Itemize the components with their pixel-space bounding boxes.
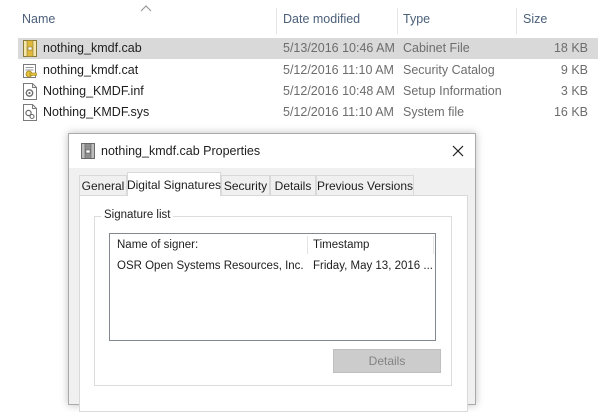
tab-panel: Signature list Name of signer: Timestamp… bbox=[79, 195, 468, 412]
file-date-modified: 5/13/2016 10:46 AM bbox=[283, 41, 395, 55]
details-button[interactable]: Details bbox=[333, 349, 441, 373]
security-catalog-icon bbox=[23, 64, 37, 78]
column-header-bar: Name Date modified Type Size bbox=[0, 0, 600, 38]
file-date-modified: 5/12/2016 10:48 AM bbox=[283, 84, 395, 98]
file-size: 18 KB bbox=[553, 41, 588, 55]
column-divider[interactable] bbox=[433, 236, 434, 254]
tab-general[interactable]: General bbox=[79, 175, 127, 195]
file-size: 9 KB bbox=[560, 63, 588, 77]
file-name: Nothing_KMDF.inf bbox=[43, 84, 144, 98]
close-button[interactable] bbox=[441, 134, 475, 168]
signature-list-header: Name of signer: Timestamp bbox=[110, 234, 435, 256]
column-divider[interactable] bbox=[397, 8, 398, 34]
file-type: Cabinet File bbox=[403, 41, 470, 55]
cabinet-file-icon bbox=[81, 143, 95, 159]
file-type: Security Catalog bbox=[403, 63, 495, 77]
file-name: Nothing_KMDF.sys bbox=[43, 105, 150, 119]
column-divider[interactable] bbox=[307, 236, 308, 254]
column-header-timestamp[interactable]: Timestamp bbox=[313, 239, 369, 251]
signature-list[interactable]: Name of signer: Timestamp OSR Open Syste… bbox=[109, 233, 436, 341]
file-name: nothing_kmdf.cab bbox=[43, 41, 142, 55]
file-date-modified: 5/12/2016 11:10 AM bbox=[283, 63, 394, 77]
file-type: System file bbox=[403, 105, 465, 119]
column-header-size[interactable]: Size bbox=[523, 12, 547, 26]
column-divider[interactable] bbox=[516, 8, 517, 34]
column-header-name[interactable]: Name bbox=[22, 12, 55, 26]
tab-security[interactable]: Security bbox=[221, 175, 270, 195]
file-size: 3 KB bbox=[560, 84, 588, 98]
column-header-type[interactable]: Type bbox=[403, 12, 430, 26]
file-type: Setup Information bbox=[403, 84, 502, 98]
setup-information-icon bbox=[23, 83, 37, 100]
tab-digital-signatures[interactable]: Digital Signatures bbox=[127, 172, 221, 196]
file-name: nothing_kmdf.cat bbox=[43, 63, 139, 77]
file-row[interactable]: nothing_kmdf.cat 5/12/2016 11:10 AM Secu… bbox=[18, 60, 598, 81]
file-row[interactable]: nothing_kmdf.cab 5/13/2016 10:46 AM Cabi… bbox=[18, 38, 598, 59]
tab-previous-versions[interactable]: Previous Versions bbox=[316, 175, 414, 195]
column-header-signer[interactable]: Name of signer: bbox=[117, 239, 198, 251]
column-header-date-modified[interactable]: Date modified bbox=[283, 12, 360, 26]
signer-name: OSR Open Systems Resources, Inc. bbox=[117, 260, 304, 272]
signature-list-group: Signature list Name of signer: Timestamp… bbox=[94, 209, 452, 386]
file-row[interactable]: Nothing_KMDF.sys 5/12/2016 11:10 AM Syst… bbox=[18, 102, 598, 123]
system-file-icon bbox=[23, 104, 37, 121]
sort-ascending-icon bbox=[140, 5, 152, 12]
dialog-titlebar[interactable]: nothing_kmdf.cab Properties bbox=[69, 134, 475, 168]
properties-dialog: nothing_kmdf.cab Properties General Digi… bbox=[68, 133, 476, 412]
file-size: 16 KB bbox=[553, 105, 588, 119]
file-date-modified: 5/12/2016 11:10 AM bbox=[283, 105, 394, 119]
signature-timestamp: Friday, May 13, 2016 ... bbox=[313, 260, 433, 272]
group-label: Signature list bbox=[101, 209, 174, 221]
cabinet-file-icon bbox=[23, 40, 37, 57]
dialog-title: nothing_kmdf.cab Properties bbox=[101, 144, 261, 158]
file-row[interactable]: Nothing_KMDF.inf 5/12/2016 10:48 AM Setu… bbox=[18, 81, 598, 102]
tab-details[interactable]: Details bbox=[270, 175, 316, 195]
signature-row[interactable]: OSR Open Systems Resources, Inc. Friday,… bbox=[110, 257, 435, 275]
close-icon bbox=[452, 145, 464, 157]
column-divider[interactable] bbox=[276, 8, 277, 34]
